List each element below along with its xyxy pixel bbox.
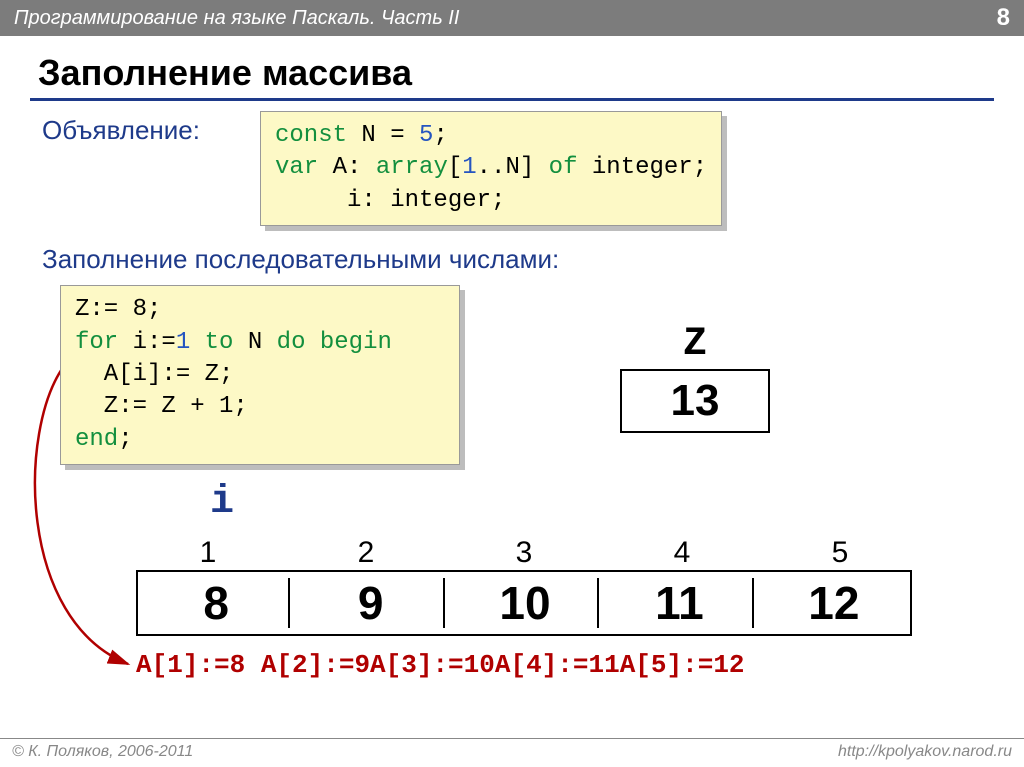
array-cell: 8 <box>138 572 292 634</box>
i-label: i <box>210 480 234 525</box>
array-index: 4 <box>610 536 754 570</box>
footer-url: http://kpolyakov.narod.ru <box>838 743 1012 761</box>
copyright: © К. Поляков, 2006-2011 <box>12 743 193 761</box>
array-cell: 10 <box>447 572 601 634</box>
array-cell: 11 <box>601 572 755 634</box>
array-cell: 9 <box>292 572 446 634</box>
assignment-trace: A[1]:=8 A[2]:=9 A[3]:=10 A[4]:=11 A[5]:=… <box>136 650 745 680</box>
array-cell: 12 <box>756 572 910 634</box>
code-declaration: const N = 5; var A: array[1..N] of integ… <box>260 111 722 226</box>
label-fill: Заполнение последовательными числами: <box>42 244 994 275</box>
z-label: Z <box>620 322 770 367</box>
page-number: 8 <box>997 4 1010 32</box>
slide-footer: © К. Поляков, 2006-2011 http://kpolyakov… <box>0 738 1024 767</box>
label-declaration: Объявление: <box>42 115 260 146</box>
slide-subject: Программирование на языке Паскаль. Часть… <box>14 7 459 30</box>
slide-title: Заполнение массива <box>38 52 994 94</box>
array-index: 3 <box>452 536 596 570</box>
array-index: 2 <box>294 536 438 570</box>
slide-header: Программирование на языке Паскаль. Часть… <box>0 0 1024 36</box>
title-divider <box>30 98 994 101</box>
z-value-box: 13 <box>620 369 770 433</box>
array-index: 1 <box>136 536 280 570</box>
z-panel: Z 13 <box>620 322 770 433</box>
array-index: 5 <box>768 536 912 570</box>
code-fill: Z:= 8; for i:=1 to N do begin A[i]:= Z; … <box>60 285 460 465</box>
array-visual: 1 2 3 4 5 8 9 10 11 12 <box>136 536 926 636</box>
